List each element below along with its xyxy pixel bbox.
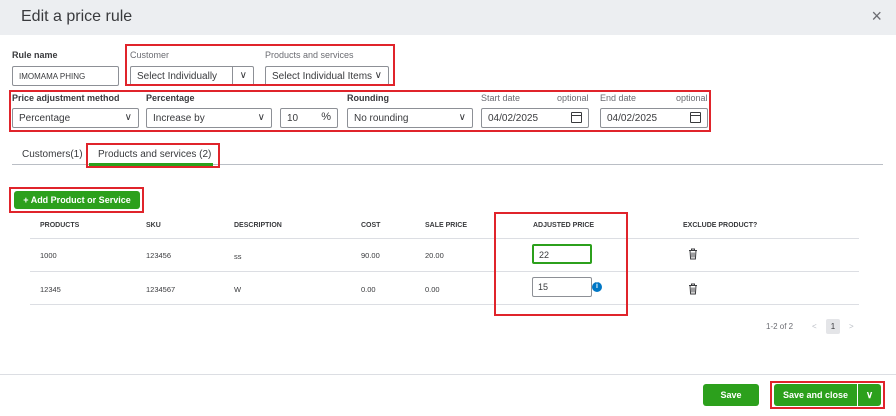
end-date-label: End date — [600, 93, 637, 103]
rule-name-input[interactable]: IMOMAMA PHING — [12, 66, 119, 86]
end-date-optional: optional — [676, 93, 708, 103]
end-date-value: 04/02/2025 — [607, 113, 658, 124]
cell-description: W — [234, 285, 242, 294]
chevron-down-icon: ∨ — [374, 70, 382, 81]
chevron-down-icon: ∨ — [257, 112, 265, 123]
customer-label: Customer — [130, 50, 170, 60]
cell-product: 1000 — [40, 251, 57, 260]
start-date-optional: optional — [557, 93, 589, 103]
products-services-label: Products and services — [265, 50, 354, 60]
adjusted-price-input[interactable]: 22 — [532, 244, 592, 264]
close-icon[interactable]: × — [871, 6, 882, 27]
col-header-description: DESCRIPTION — [234, 222, 282, 229]
percent-suffix: % — [321, 111, 331, 123]
dialog-header: Edit a price rule × — [0, 0, 896, 35]
save-options-chevron-icon[interactable]: ∨ — [858, 384, 881, 406]
table-divider — [30, 271, 859, 272]
cell-sale-price: 20.00 — [425, 251, 444, 260]
table-divider — [30, 238, 859, 239]
rounding-label: Rounding — [347, 93, 389, 103]
col-header-sale-price: SALE PRICE — [425, 222, 468, 229]
col-header-sku: SKU — [146, 222, 161, 229]
amount-value: 10 — [287, 113, 299, 124]
chevron-down-icon: ∨ — [458, 112, 466, 123]
cell-sku: 1234567 — [146, 285, 176, 294]
save-and-close-button[interactable]: Save and close — [774, 384, 857, 406]
rounding-select[interactable]: No rounding ∨ — [347, 108, 473, 128]
pagination-prev[interactable]: < — [812, 322, 817, 331]
adjustment-method-label: Price adjustment method — [12, 93, 120, 103]
rounding-value: No rounding — [354, 113, 409, 124]
cell-cost: 0.00 — [361, 285, 376, 294]
products-services-select-value: Select Individual Items — [272, 71, 373, 82]
adjustment-method-value: Percentage — [19, 113, 71, 124]
customer-select[interactable]: Select Individually ∨ — [130, 66, 254, 86]
start-date-label: Start date — [481, 93, 521, 103]
col-header-exclude: EXCLUDE PRODUCT? — [683, 222, 758, 229]
customer-select-value: Select Individually — [137, 71, 218, 82]
percentage-label: Percentage — [146, 93, 195, 103]
trash-icon[interactable] — [688, 248, 698, 260]
chevron-down-icon: ∨ — [124, 112, 132, 123]
amount-input[interactable]: 10 % — [280, 108, 338, 128]
cell-description: ss — [234, 252, 242, 261]
col-header-cost: COST — [361, 222, 381, 229]
col-header-adjusted-price: ADJUSTED PRICE — [533, 222, 595, 229]
cell-sku: 123456 — [146, 251, 172, 260]
pagination-range: 1-2 of 2 — [766, 322, 794, 331]
active-tab-indicator — [89, 163, 213, 166]
rule-name-label: Rule name — [12, 50, 58, 60]
cell-product: 12345 — [40, 285, 61, 294]
end-date-input[interactable]: 04/02/2025 — [600, 108, 708, 128]
tab-products-services[interactable]: Products and services (2) — [98, 149, 211, 160]
calendar-icon[interactable] — [690, 112, 701, 123]
calendar-icon[interactable] — [571, 112, 582, 123]
footer-divider — [0, 374, 896, 375]
adjustment-method-select[interactable]: Percentage ∨ — [12, 108, 139, 128]
chevron-down-icon: ∨ — [239, 70, 247, 81]
products-services-select[interactable]: Select Individual Items ∨ — [265, 66, 389, 86]
start-date-value: 04/02/2025 — [488, 113, 539, 124]
cell-sale-price: 0.00 — [425, 285, 440, 294]
col-header-products: PRODUCTS — [40, 222, 80, 229]
trash-icon[interactable] — [688, 283, 698, 295]
start-date-input[interactable]: 04/02/2025 — [481, 108, 589, 128]
tab-customers[interactable]: Customers(1) — [22, 149, 83, 160]
percentage-select[interactable]: Increase by ∨ — [146, 108, 272, 128]
pagination-next[interactable]: > — [849, 322, 854, 331]
percentage-value: Increase by — [153, 113, 205, 124]
table-divider — [30, 304, 859, 305]
pagination-page[interactable]: 1 — [826, 319, 840, 334]
cell-cost: 90.00 — [361, 251, 380, 260]
info-icon[interactable]: i — [592, 282, 602, 292]
adjusted-price-input[interactable]: 15 — [532, 277, 592, 297]
save-button[interactable]: Save — [703, 384, 759, 406]
dialog-title: Edit a price rule — [21, 8, 133, 25]
add-product-button[interactable]: + Add Product or Service — [14, 191, 140, 209]
